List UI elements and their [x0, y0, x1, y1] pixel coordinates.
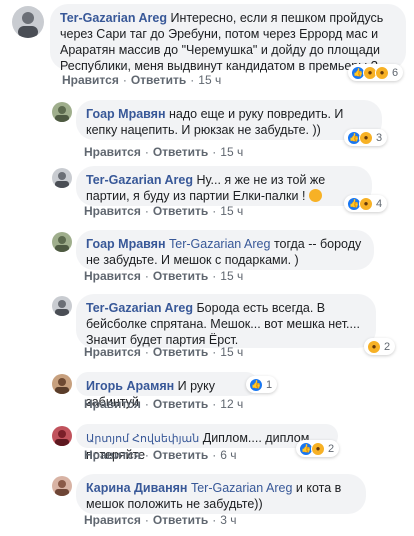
avatar[interactable]	[12, 6, 44, 38]
comment-author[interactable]: Ter-Gazarian Areg	[60, 11, 167, 25]
reaction-count: 4	[376, 197, 383, 210]
like-link[interactable]: Нравится	[84, 145, 141, 159]
comment: Карина Диванян Ter-Gazarian Areg и кота …	[0, 468, 414, 536]
reply-link[interactable]: Ответить	[153, 345, 208, 359]
smile-emoji-icon	[308, 189, 322, 202]
avatar[interactable]	[52, 296, 72, 316]
wow-reaction-icon: ●	[375, 65, 389, 80]
mention-link[interactable]: Ter-Gazarian Areg	[191, 481, 292, 495]
comment-author[interactable]: Игорь Арамян	[86, 379, 174, 393]
comment-author[interactable]: Ter-Gazarian Areg	[86, 301, 193, 315]
reply-link[interactable]: Ответить	[153, 269, 208, 283]
comment-actions: Нравится · Ответить · 15 ч	[84, 269, 244, 283]
comment-author[interactable]: Արտյոմ Հովսեփյան	[86, 433, 199, 445]
like-link[interactable]: Нравится	[84, 204, 141, 218]
comment: Արտյոմ Հովսեփյան Диплом.... диплом потер…	[0, 418, 414, 466]
reply-link[interactable]: Ответить	[153, 145, 208, 159]
like-link[interactable]: Нравится	[84, 345, 141, 359]
avatar[interactable]	[52, 426, 72, 446]
comment-author[interactable]: Ter-Gazarian Areg	[86, 173, 193, 187]
comment: Ter-Gazarian Areg Интересно, если я пешк…	[0, 0, 414, 96]
comment: Ter-Gazarian Areg Ну... я же не из той ж…	[0, 162, 414, 226]
reply-link[interactable]: Ответить	[131, 73, 186, 87]
timestamp[interactable]: 6 ч	[220, 448, 236, 462]
reaction-summary[interactable]: 👍 ● 4	[344, 195, 388, 212]
timestamp[interactable]: 3 ч	[220, 513, 236, 527]
like-link[interactable]: Нравится	[84, 397, 141, 411]
comment-actions: Нравится · Ответить · 15 ч	[84, 145, 244, 159]
comment: Гоар Мравян надо еще и руку повредить. И…	[0, 96, 414, 162]
haha-reaction-icon: ●	[367, 339, 381, 354]
comment-bubble: Игорь Арамян И руку забинтуй	[76, 372, 258, 409]
timestamp[interactable]: 15 ч	[220, 345, 243, 359]
reaction-count: 6	[392, 66, 399, 79]
like-link[interactable]: Нравится	[84, 513, 141, 527]
reaction-summary[interactable]: 👍 1	[246, 376, 278, 393]
mention-link[interactable]: Ter-Gazarian Areg	[169, 237, 270, 251]
comment-actions: Нравится · Ответить · 6 ч	[84, 448, 237, 462]
comment-bubble: Карина Диванян Ter-Gazarian Areg и кота …	[76, 474, 366, 514]
timestamp[interactable]: 15 ч	[220, 269, 243, 283]
reaction-count: 1	[266, 378, 273, 391]
comment-bubble: Ter-Gazarian Areg Борода есть всегда. В …	[76, 294, 376, 348]
like-link[interactable]: Нравится	[84, 448, 141, 462]
comment-author[interactable]: Гоар Мравян	[86, 237, 166, 251]
haha-reaction-icon: ●	[311, 441, 325, 456]
reaction-summary[interactable]: ● 2	[364, 338, 396, 355]
avatar[interactable]	[52, 102, 72, 122]
reply-link[interactable]: Ответить	[153, 397, 208, 411]
reply-link[interactable]: Ответить	[153, 513, 208, 527]
comment-actions: Нравится · Ответить · 15 ч	[84, 204, 244, 218]
avatar[interactable]	[52, 168, 72, 188]
reply-link[interactable]: Ответить	[153, 448, 208, 462]
comment-author[interactable]: Карина Диванян	[86, 481, 187, 495]
comment-actions: Нравится · Ответить · 15 ч	[62, 73, 222, 87]
comment: Гоар Мравян Ter-Gazarian Areg тогда -- б…	[0, 226, 414, 290]
timestamp[interactable]: 15 ч	[220, 145, 243, 159]
comment-actions: Нравится · Ответить · 15 ч	[84, 345, 244, 359]
like-reaction-icon: 👍	[249, 377, 263, 392]
comment-bubble: Ter-Gazarian Areg Ну... я же не из той ж…	[76, 166, 372, 206]
haha-reaction-icon: ●	[359, 196, 373, 211]
reaction-summary[interactable]: 👍 ● 2	[296, 440, 340, 457]
comment-actions: Нравится · Ответить · 3 ч	[84, 513, 237, 527]
comment: Игорь Арамян И руку забинтуй 👍 1 Нравитс…	[0, 370, 414, 416]
reaction-summary[interactable]: 👍 ● 3	[344, 129, 388, 146]
avatar[interactable]	[52, 374, 72, 394]
comment-bubble: Ter-Gazarian Areg Интересно, если я пешк…	[50, 4, 406, 73]
avatar[interactable]	[52, 476, 72, 496]
like-link[interactable]: Нравится	[84, 269, 141, 283]
reaction-summary[interactable]: 👍 ● ● 6	[348, 64, 404, 81]
comment-bubble: Гоар Мравян надо еще и руку повредить. И…	[76, 100, 382, 140]
comment-actions: Нравится · Ответить · 12 ч	[84, 397, 244, 411]
reply-link[interactable]: Ответить	[153, 204, 208, 218]
haha-reaction-icon: ●	[359, 130, 373, 145]
comment: Ter-Gazarian Areg Борода есть всегда. В …	[0, 290, 414, 370]
comment-bubble: Гоар Мравян Ter-Gazarian Areg тогда -- б…	[76, 230, 374, 270]
like-link[interactable]: Нравится	[62, 73, 119, 87]
comment-author[interactable]: Гоар Мравян	[86, 107, 166, 121]
reaction-count: 2	[328, 442, 335, 455]
timestamp[interactable]: 15 ч	[220, 204, 243, 218]
reaction-count: 3	[376, 131, 383, 144]
timestamp[interactable]: 15 ч	[198, 73, 221, 87]
avatar[interactable]	[52, 232, 72, 252]
reaction-count: 2	[384, 340, 391, 353]
timestamp[interactable]: 12 ч	[220, 397, 243, 411]
